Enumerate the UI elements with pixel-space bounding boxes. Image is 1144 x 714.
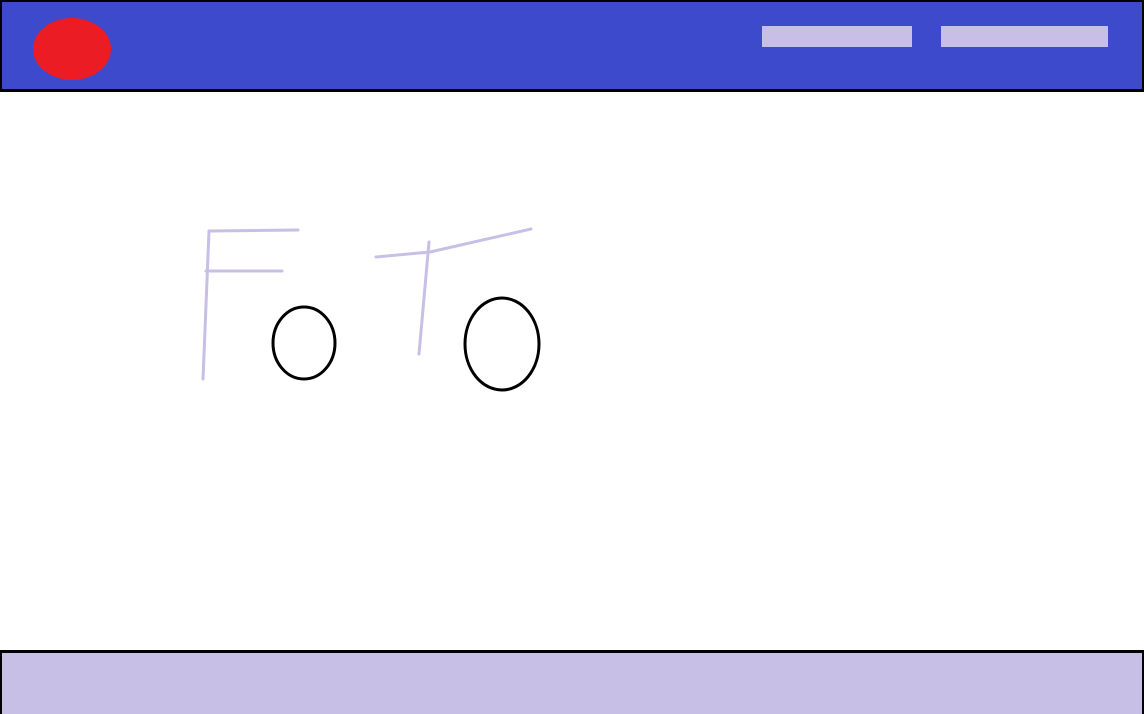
logo-icon[interactable] [33, 18, 111, 80]
sketch-circle-large [463, 296, 541, 392]
nav-link-1[interactable] [762, 26, 912, 47]
foto-sketch-image [201, 227, 541, 392]
sketch-letter-f-top [207, 228, 300, 233]
footer-bar [0, 650, 1144, 714]
page [0, 0, 1144, 714]
sketch-letter-t-stem [417, 240, 431, 356]
header-bar [0, 0, 1144, 92]
sketch-letter-t-top [374, 227, 533, 259]
nav-link-2[interactable] [941, 26, 1108, 47]
sketch-circle-small [271, 305, 337, 381]
sketch-letter-f-stem [201, 229, 211, 381]
